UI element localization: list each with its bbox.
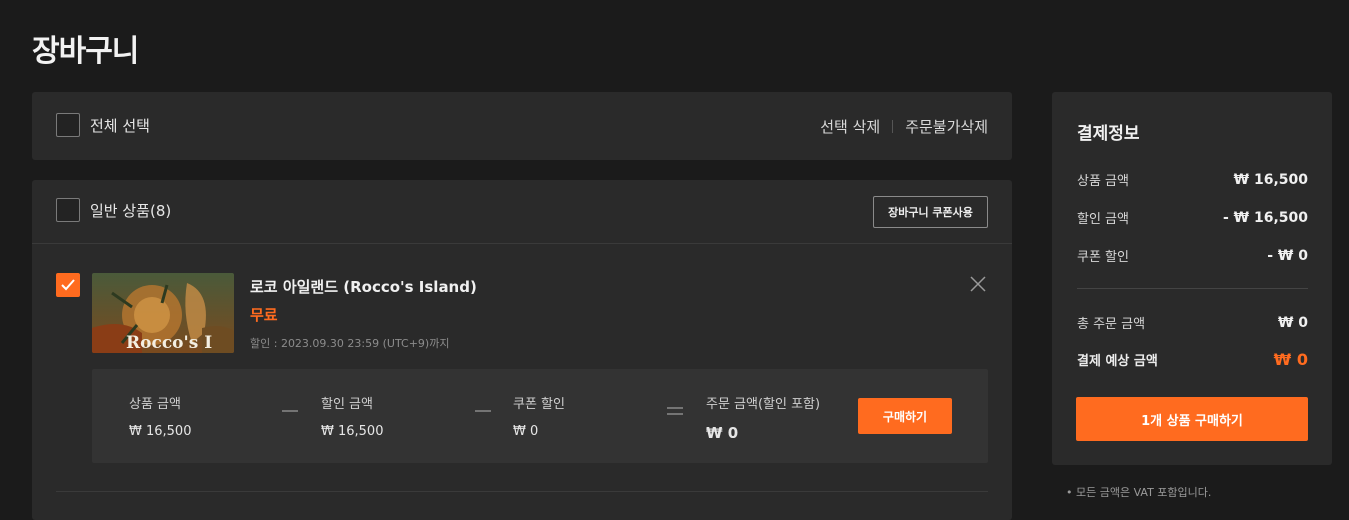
payment-row-total: 총 주문 금액 ₩ 0 (1077, 313, 1308, 333)
payment-row-label: 할인 금액 (1077, 212, 1129, 227)
item-price-summary: 상품 금액 ₩ 16,500 할인 금액 ₩ 16,500 쿠폰 할인 ₩ 0 … (92, 369, 988, 463)
coupon-discount-value: ₩ 0 (513, 424, 539, 439)
total-order-value: ₩ 0 (1277, 314, 1308, 331)
equals-icon (667, 403, 683, 417)
item-divider (56, 491, 988, 492)
discount-amount-block: 할인 금액 ₩ 16,500 (321, 393, 383, 439)
payment-info-panel: 결제정보 상품 금액 ₩ 16,500 할인 금액 - ₩ 16,500 쿠폰 … (1052, 92, 1332, 465)
payment-title: 결제정보 (1077, 124, 1140, 144)
order-amount-block: 주문 금액(할인 포함) ₩ 0 (706, 393, 820, 442)
buy-item-button[interactable]: 구매하기 (858, 398, 952, 434)
remove-item-icon[interactable] (969, 275, 987, 293)
product-amount-value: ₩ 16,500 (129, 424, 192, 439)
action-separator (892, 120, 894, 133)
payment-row-expected: 결제 예상 금액 ₩ 0 (1077, 350, 1308, 369)
product-amount-block: 상품 금액 ₩ 16,500 (129, 393, 191, 439)
payment-row-label: 상품 금액 (1077, 174, 1129, 189)
product-price: 무료 (250, 306, 278, 324)
select-all-checkbox[interactable] (56, 113, 80, 137)
bulk-actions: 선택 삭제 주문불가삭제 (820, 116, 988, 137)
delete-selected-button[interactable]: 선택 삭제 (820, 116, 880, 137)
minus-icon (475, 403, 491, 417)
discount-amount-value: ₩ 16,500 (321, 424, 384, 439)
thumbnail-logo-text: Rocco's I (126, 333, 212, 353)
discount-amount-label: 할인 금액 (321, 397, 373, 412)
discount-period: 할인 : 2023.09.30 23:59 (UTC+9)까지 (250, 337, 450, 350)
payment-row-value: - ₩ 0 (1267, 247, 1308, 264)
product-thumbnail[interactable]: Rocco's I (92, 273, 234, 353)
purchase-button[interactable]: 1개 상품 구매하기 (1076, 397, 1308, 441)
payment-divider (1077, 288, 1308, 289)
payment-row-coupon: 쿠폰 할인 - ₩ 0 (1077, 246, 1308, 266)
page-title: 장바구니 (32, 34, 139, 69)
payment-row-label: 쿠폰 할인 (1077, 250, 1129, 265)
select-all-bar: 전체 선택 선택 삭제 주문불가삭제 (32, 92, 1012, 160)
payment-row-value: ₩ 16,500 (1233, 171, 1308, 188)
cart-coupon-button[interactable]: 장바구니 쿠폰사용 (873, 196, 988, 228)
check-icon (61, 279, 75, 291)
coupon-discount-block: 쿠폰 할인 ₩ 0 (513, 393, 565, 439)
coupon-discount-label: 쿠폰 할인 (513, 397, 565, 412)
cart-section-header: 일반 상품(8) 장바구니 쿠폰사용 (32, 180, 1012, 244)
order-amount-value: ₩ 0 (706, 424, 739, 442)
product-amount-label: 상품 금액 (129, 397, 181, 412)
section-label[interactable]: 일반 상품(8) (90, 200, 171, 221)
order-amount-label: 주문 금액(할인 포함) (706, 397, 821, 412)
payment-row-discount: 할인 금액 - ₩ 16,500 (1077, 208, 1308, 228)
payment-row-product: 상품 금액 ₩ 16,500 (1077, 170, 1308, 190)
payment-row-value: - ₩ 16,500 (1222, 209, 1308, 226)
minus-icon (282, 403, 298, 417)
select-all-label[interactable]: 전체 선택 (90, 115, 150, 136)
section-checkbox[interactable] (56, 198, 80, 222)
item-checkbox[interactable] (56, 273, 80, 297)
vat-note: • 모든 금액은 VAT 포함입니다. (1066, 486, 1212, 499)
total-order-label: 총 주문 금액 (1077, 317, 1146, 332)
expected-payment-value: ₩ 0 (1273, 350, 1308, 369)
expected-payment-label: 결제 예상 금액 (1077, 354, 1158, 369)
cart-panel: 일반 상품(8) 장바구니 쿠폰사용 Rocco's I 로코 아일랜드 (Ro (32, 180, 1012, 520)
delete-unavailable-button[interactable]: 주문불가삭제 (905, 116, 988, 137)
product-name[interactable]: 로코 아일랜드 (Rocco's Island) (250, 276, 477, 297)
